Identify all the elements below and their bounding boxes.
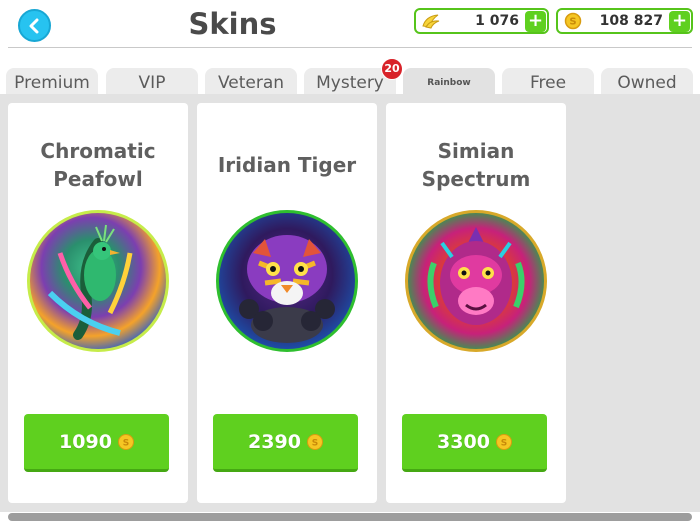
coin-amount: 108 827 [599,13,663,29]
price-label: 1090 [59,430,112,453]
tab-vip[interactable]: VIP [106,68,198,96]
tab-free[interactable]: Free [502,68,594,96]
skin-title-line2: Peafowl [53,167,143,191]
banana-icon [416,10,446,32]
svg-text:S: S [123,438,129,447]
price-label: 2390 [248,430,301,453]
header-divider [8,47,692,48]
add-coins-button[interactable]: + [669,10,690,32]
buy-button[interactable]: 2390 S [213,414,358,472]
coin-icon: S [117,433,134,450]
peafowl-skin-art [27,210,169,352]
price-label: 3300 [437,430,490,453]
svg-text:S: S [569,17,576,28]
coin-icon: S [306,433,323,450]
skin-card-chromatic-peafowl[interactable]: Chromatic Peafowl 1090 S [8,103,188,503]
buy-button[interactable]: 1090 S [24,414,169,472]
header: Skins 1 076 + S 108 827 + [0,0,700,48]
skin-card-simian-spectrum[interactable]: Simian Spectrum 3300 S [386,103,566,503]
svg-text:S: S [312,438,318,447]
skin-title-line1: Iridian Tiger [217,153,357,177]
buy-button[interactable]: 3300 S [402,414,547,472]
category-tabs: Premium VIP Veteran Mystery Rainbow Smas… [0,68,700,118]
tab-rainbow-smashfest[interactable]: Rainbow Smashfest [403,68,495,118]
skin-card-iridian-tiger[interactable]: Iridian Tiger 2390 S [197,103,377,503]
tiger-skin-art [216,210,358,352]
svg-text:S: S [501,438,507,447]
mystery-count-badge: 20 [381,58,403,80]
banana-amount: 1 076 [475,13,519,29]
skins-grid: Chromatic Peafowl 1090 S Iridian Tiger 2… [0,94,700,512]
back-button[interactable] [18,9,51,42]
skin-title-line1: Simian [437,139,515,163]
coin-icon: S [495,433,512,450]
tab-veteran[interactable]: Veteran [205,68,297,96]
monkey-skin-art [405,210,547,352]
coin-balance: S 108 827 + [556,8,693,34]
skin-title-line1: Chromatic [40,139,156,163]
tab-owned[interactable]: Owned [601,68,693,96]
tab-premium[interactable]: Premium [6,68,98,96]
page-title: Skins [188,7,277,41]
add-bananas-button[interactable]: + [525,10,546,32]
chevron-left-icon [29,18,38,33]
horizontal-scrollbar[interactable] [8,513,692,521]
coin-icon: S [558,10,588,32]
banana-balance: 1 076 + [414,8,549,34]
skin-title-line2: Spectrum [421,167,531,191]
